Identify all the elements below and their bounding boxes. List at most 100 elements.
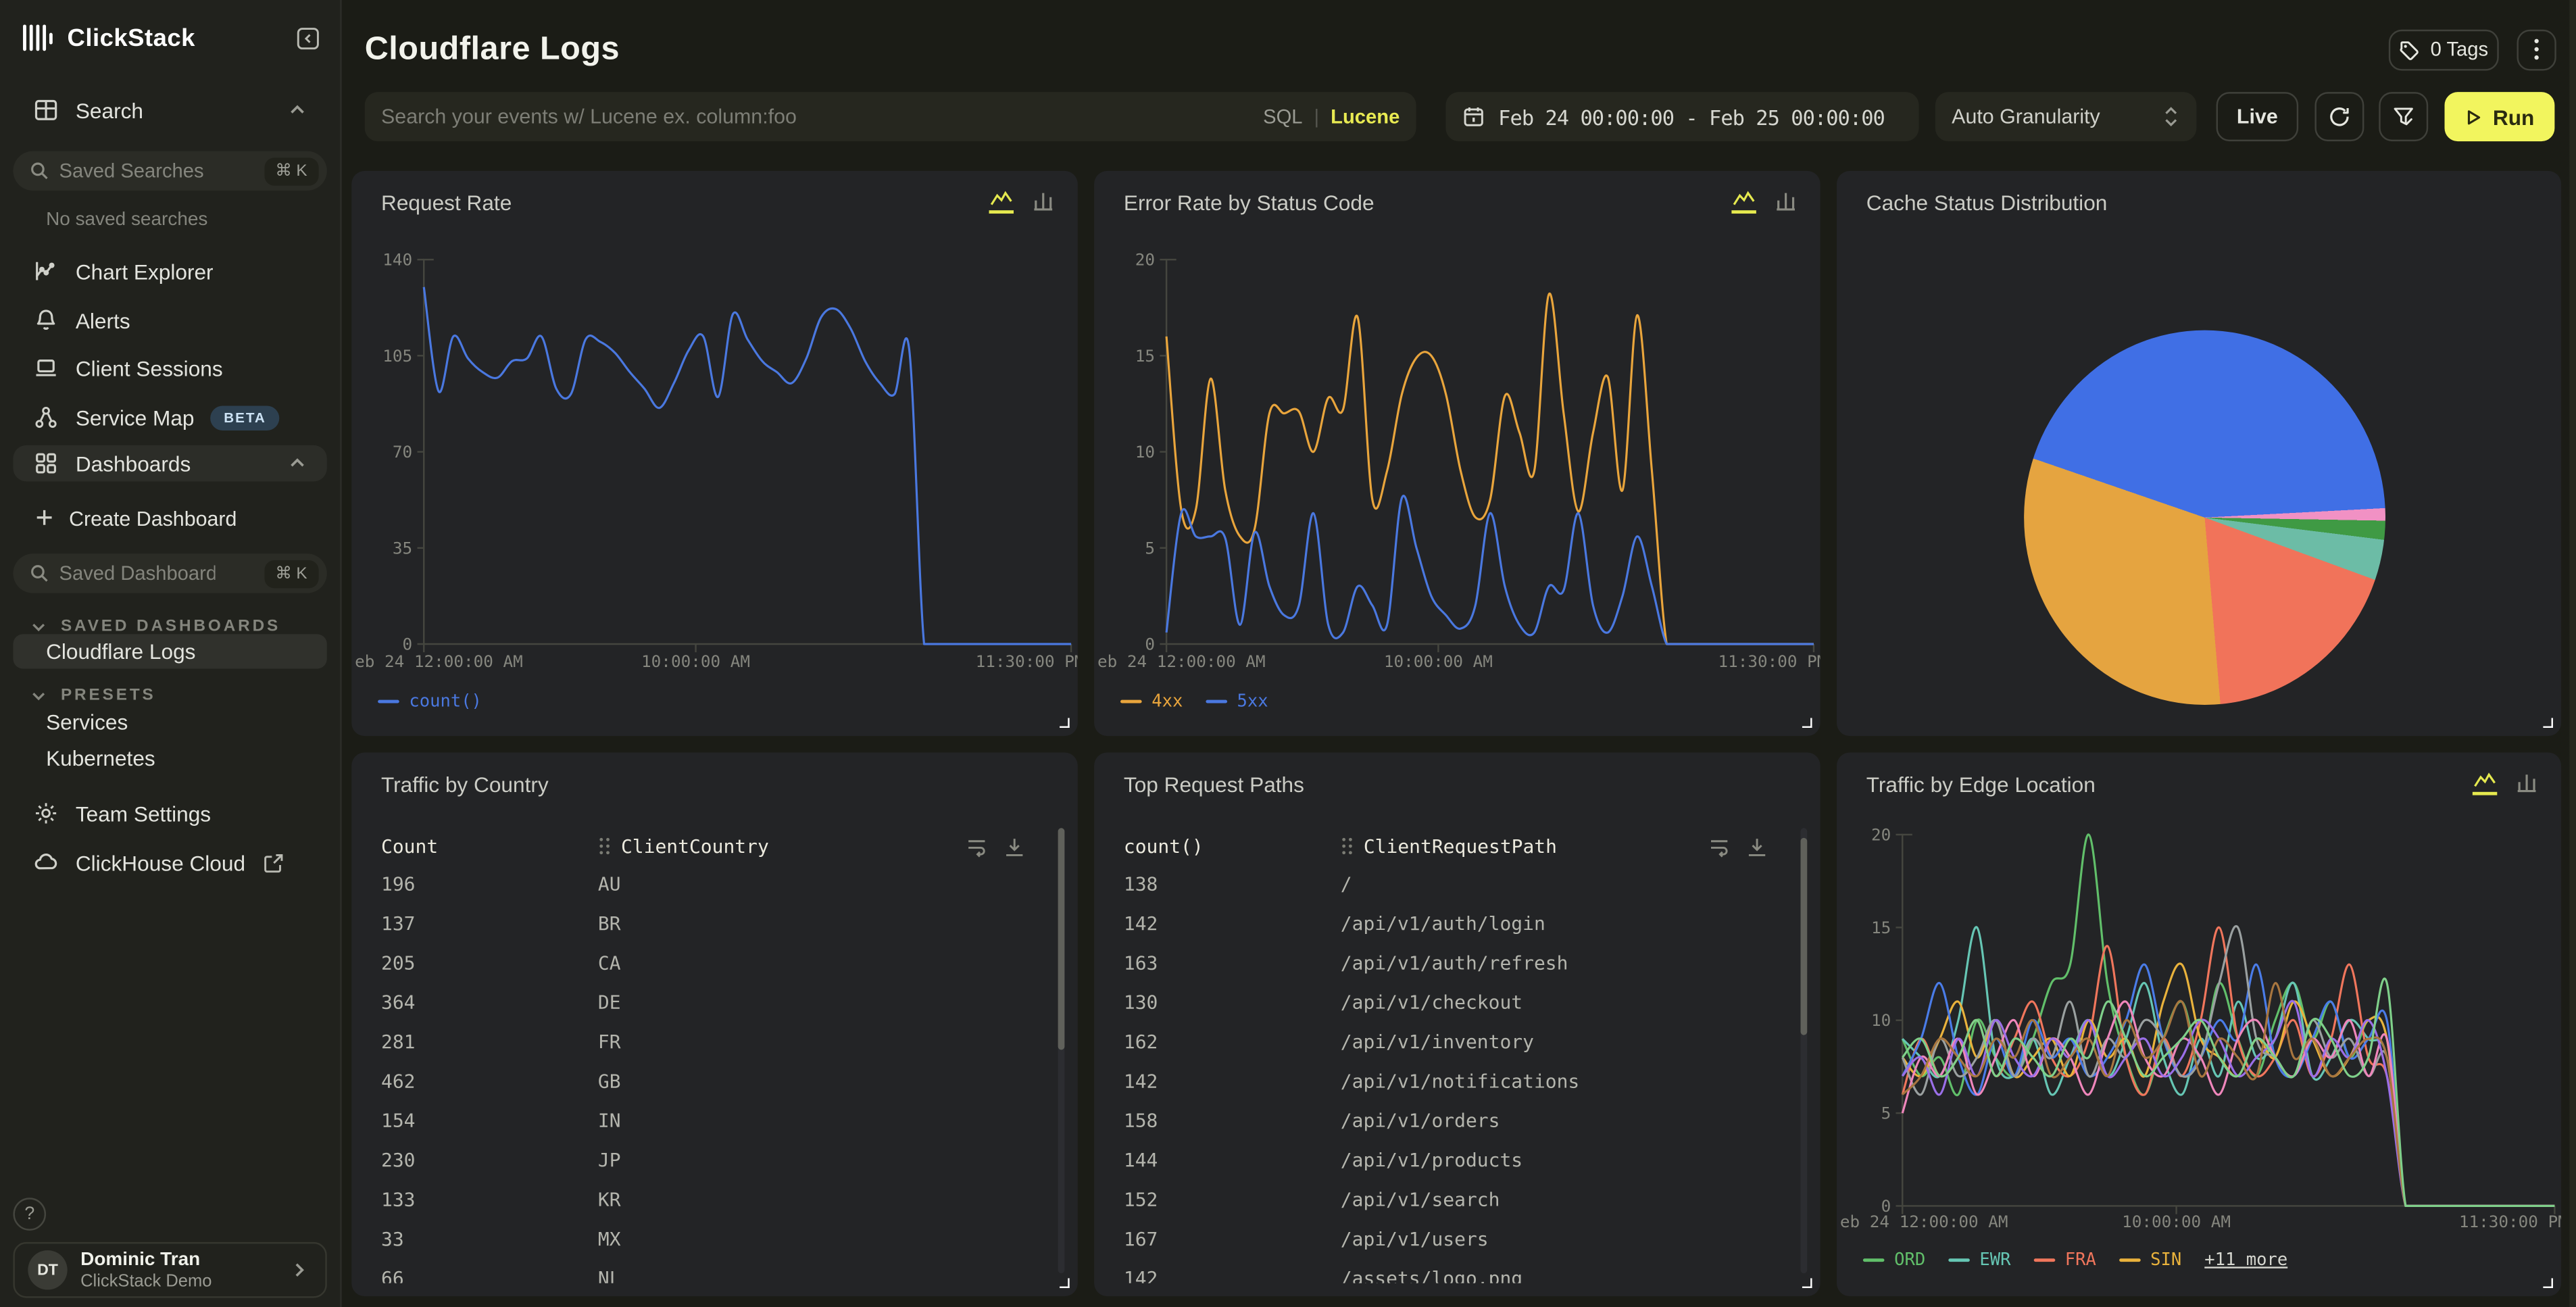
sidebar-item-kubernetes[interactable]: Kubernetes — [13, 741, 326, 774]
sidebar-item-team-settings[interactable]: Team Settings — [13, 797, 326, 830]
top-request-paths-table[interactable]: 138/142/api/v1/auth/login163/api/v1/auth… — [1124, 864, 1791, 1283]
table-row[interactable]: 462GB — [381, 1062, 1048, 1101]
resize-handle[interactable] — [1060, 1278, 1070, 1288]
legend-item[interactable]: SIN — [2119, 1250, 2181, 1270]
column-header[interactable]: ClientCountry — [621, 835, 769, 858]
sidebar-item-dashboards[interactable]: Dashboards — [13, 445, 326, 481]
legend-item[interactable]: 4xx — [1120, 692, 1183, 712]
bar-chart-toggle-icon[interactable] — [1775, 189, 1798, 212]
table-row[interactable]: 66NL — [381, 1258, 1048, 1283]
user-card[interactable]: DT Dominic Tran ClickStack Demo — [13, 1242, 326, 1298]
chevron-up-icon[interactable] — [287, 453, 307, 473]
table-row[interactable]: 154IN — [381, 1101, 1048, 1140]
table-row[interactable]: 33MX — [381, 1219, 1048, 1258]
sidebar-item-cloudflare-logs[interactable]: Cloudflare Logs — [13, 634, 326, 668]
column-header[interactable]: Count — [381, 835, 598, 858]
legend-item[interactable]: EWR — [1948, 1250, 2010, 1270]
line-chart-toggle-icon[interactable] — [989, 189, 1014, 213]
wrap-text-icon[interactable] — [966, 835, 987, 857]
table-row[interactable]: 158/api/v1/orders — [1124, 1101, 1791, 1140]
column-header[interactable]: ClientRequestPath — [1364, 835, 1557, 858]
error-rate-chart[interactable]: 20151050eb 24 12:00:00 AM10:00:00 AM11:3… — [1094, 220, 1820, 681]
chart-legend[interactable]: ORD EWR FRA SIN +11 more — [1863, 1250, 2287, 1270]
sidebar-collapse-icon[interactable] — [296, 26, 320, 50]
column-header[interactable]: count() — [1124, 835, 1341, 858]
table-row[interactable]: 137BR — [381, 904, 1048, 943]
chevron-up-icon[interactable] — [287, 100, 307, 120]
traffic-by-country-table[interactable]: 196AU137BR205CA364DE281FR462GB154IN230JP… — [381, 864, 1048, 1283]
table-row[interactable]: 142/api/v1/auth/login — [1124, 904, 1791, 943]
tags-button[interactable]: 0 Tags — [2389, 29, 2499, 70]
sidebar-item-client-sessions[interactable]: Client Sessions — [13, 351, 326, 385]
table-scrollbar[interactable] — [1058, 828, 1065, 1273]
table-row[interactable]: 364DE — [381, 983, 1048, 1022]
sidebar-item-alerts[interactable]: Alerts — [13, 304, 326, 337]
saved-searches-field[interactable] — [59, 159, 216, 182]
resize-handle[interactable] — [1060, 718, 1070, 728]
drag-handle-icon[interactable] — [1341, 836, 1354, 856]
event-search-bar[interactable]: SQL | Lucene — [365, 92, 1416, 141]
event-search-input[interactable] — [381, 105, 1263, 128]
page-scrollbar[interactable] — [2569, 0, 2576, 1307]
line-chart-toggle-icon[interactable] — [1731, 189, 1756, 213]
table-row[interactable]: 142/api/v1/notifications — [1124, 1062, 1791, 1101]
legend-item[interactable]: 5xx — [1206, 692, 1268, 712]
legend-item[interactable]: count() — [378, 692, 482, 712]
table-row[interactable]: 230JP — [381, 1140, 1048, 1179]
filter-button[interactable] — [2379, 92, 2428, 141]
resize-handle[interactable] — [2543, 1278, 2553, 1288]
table-row[interactable]: 163/api/v1/auth/refresh — [1124, 943, 1791, 982]
table-row[interactable]: 167/api/v1/users — [1124, 1219, 1791, 1258]
resize-handle[interactable] — [1802, 718, 1812, 728]
live-button[interactable]: Live — [2216, 92, 2299, 141]
table-row[interactable]: 281FR — [381, 1022, 1048, 1061]
bar-chart-toggle-icon[interactable] — [2515, 770, 2538, 793]
resize-handle[interactable] — [2543, 718, 2553, 728]
more-menu-button[interactable] — [2517, 29, 2556, 70]
resize-handle[interactable] — [1802, 1278, 1812, 1288]
sidebar-item-services[interactable]: Services — [13, 705, 326, 738]
wrap-text-icon[interactable] — [1708, 835, 1730, 857]
table-row[interactable]: 138/ — [1124, 864, 1791, 904]
table-row[interactable]: 142/assets/logo.png — [1124, 1258, 1791, 1283]
granularity-select[interactable]: Auto Granularity — [1935, 92, 2197, 141]
table-row[interactable]: 196AU — [381, 864, 1048, 904]
drag-handle-icon[interactable] — [598, 836, 611, 856]
table-row[interactable]: 130/api/v1/checkout — [1124, 983, 1791, 1022]
edge-location-chart[interactable]: 20151050eb 24 12:00:00 AM10:00:00 AM11:3… — [1837, 799, 2561, 1236]
chart-legend[interactable]: 4xx 5xx — [1120, 692, 1268, 712]
line-chart-toggle-icon[interactable] — [2473, 770, 2497, 794]
lucene-toggle[interactable]: Lucene — [1331, 105, 1400, 128]
sidebar-item-service-map[interactable]: Service Map BETA — [13, 401, 326, 434]
table-row[interactable]: 133KR — [381, 1180, 1048, 1219]
sidebar-item-label: Team Settings — [76, 801, 211, 825]
sidebar-item-clickhouse-cloud[interactable]: ClickHouse Cloud — [13, 846, 326, 879]
legend-item[interactable]: FRA — [2034, 1250, 2096, 1270]
request-rate-chart[interactable]: 14010570350eb 24 12:00:00 AM10:00:00 AM1… — [351, 220, 1078, 681]
table-row[interactable]: 162/api/v1/inventory — [1124, 1022, 1791, 1061]
sidebar-item-chart-explorer[interactable]: Chart Explorer — [13, 255, 326, 288]
sql-toggle[interactable]: SQL — [1263, 105, 1302, 128]
run-button[interactable]: Run — [2445, 92, 2555, 141]
saved-searches-input[interactable]: ⌘ K — [13, 151, 326, 191]
dashboard-name: Cloudflare Logs — [46, 639, 195, 664]
help-button[interactable]: ? — [13, 1198, 46, 1231]
download-icon[interactable] — [1746, 835, 1768, 857]
legend-item[interactable]: ORD — [1863, 1250, 1925, 1270]
svg-text:10: 10 — [1871, 1010, 1891, 1030]
legend-more-link[interactable]: +11 more — [2204, 1250, 2287, 1270]
table-row[interactable]: 144/api/v1/products — [1124, 1140, 1791, 1179]
sidebar-item-search[interactable]: Search — [13, 94, 326, 127]
table-row[interactable]: 205CA — [381, 943, 1048, 982]
date-range-picker[interactable]: Feb 24 00:00:00 - Feb 25 00:00:00 — [1445, 92, 1918, 141]
refresh-button[interactable] — [2314, 92, 2364, 141]
cache-status-pie-chart[interactable] — [2024, 330, 2385, 705]
create-dashboard-button[interactable]: Create Dashboard — [13, 503, 326, 536]
saved-dashboards-input[interactable]: ⌘ K — [13, 553, 326, 593]
chart-legend[interactable]: count() — [378, 692, 482, 712]
table-row[interactable]: 152/api/v1/search — [1124, 1180, 1791, 1219]
bar-chart-toggle-icon[interactable] — [1032, 189, 1055, 212]
download-icon[interactable] — [1004, 835, 1025, 857]
saved-dashboards-field[interactable] — [59, 562, 216, 585]
table-scrollbar[interactable] — [1801, 828, 1808, 1273]
